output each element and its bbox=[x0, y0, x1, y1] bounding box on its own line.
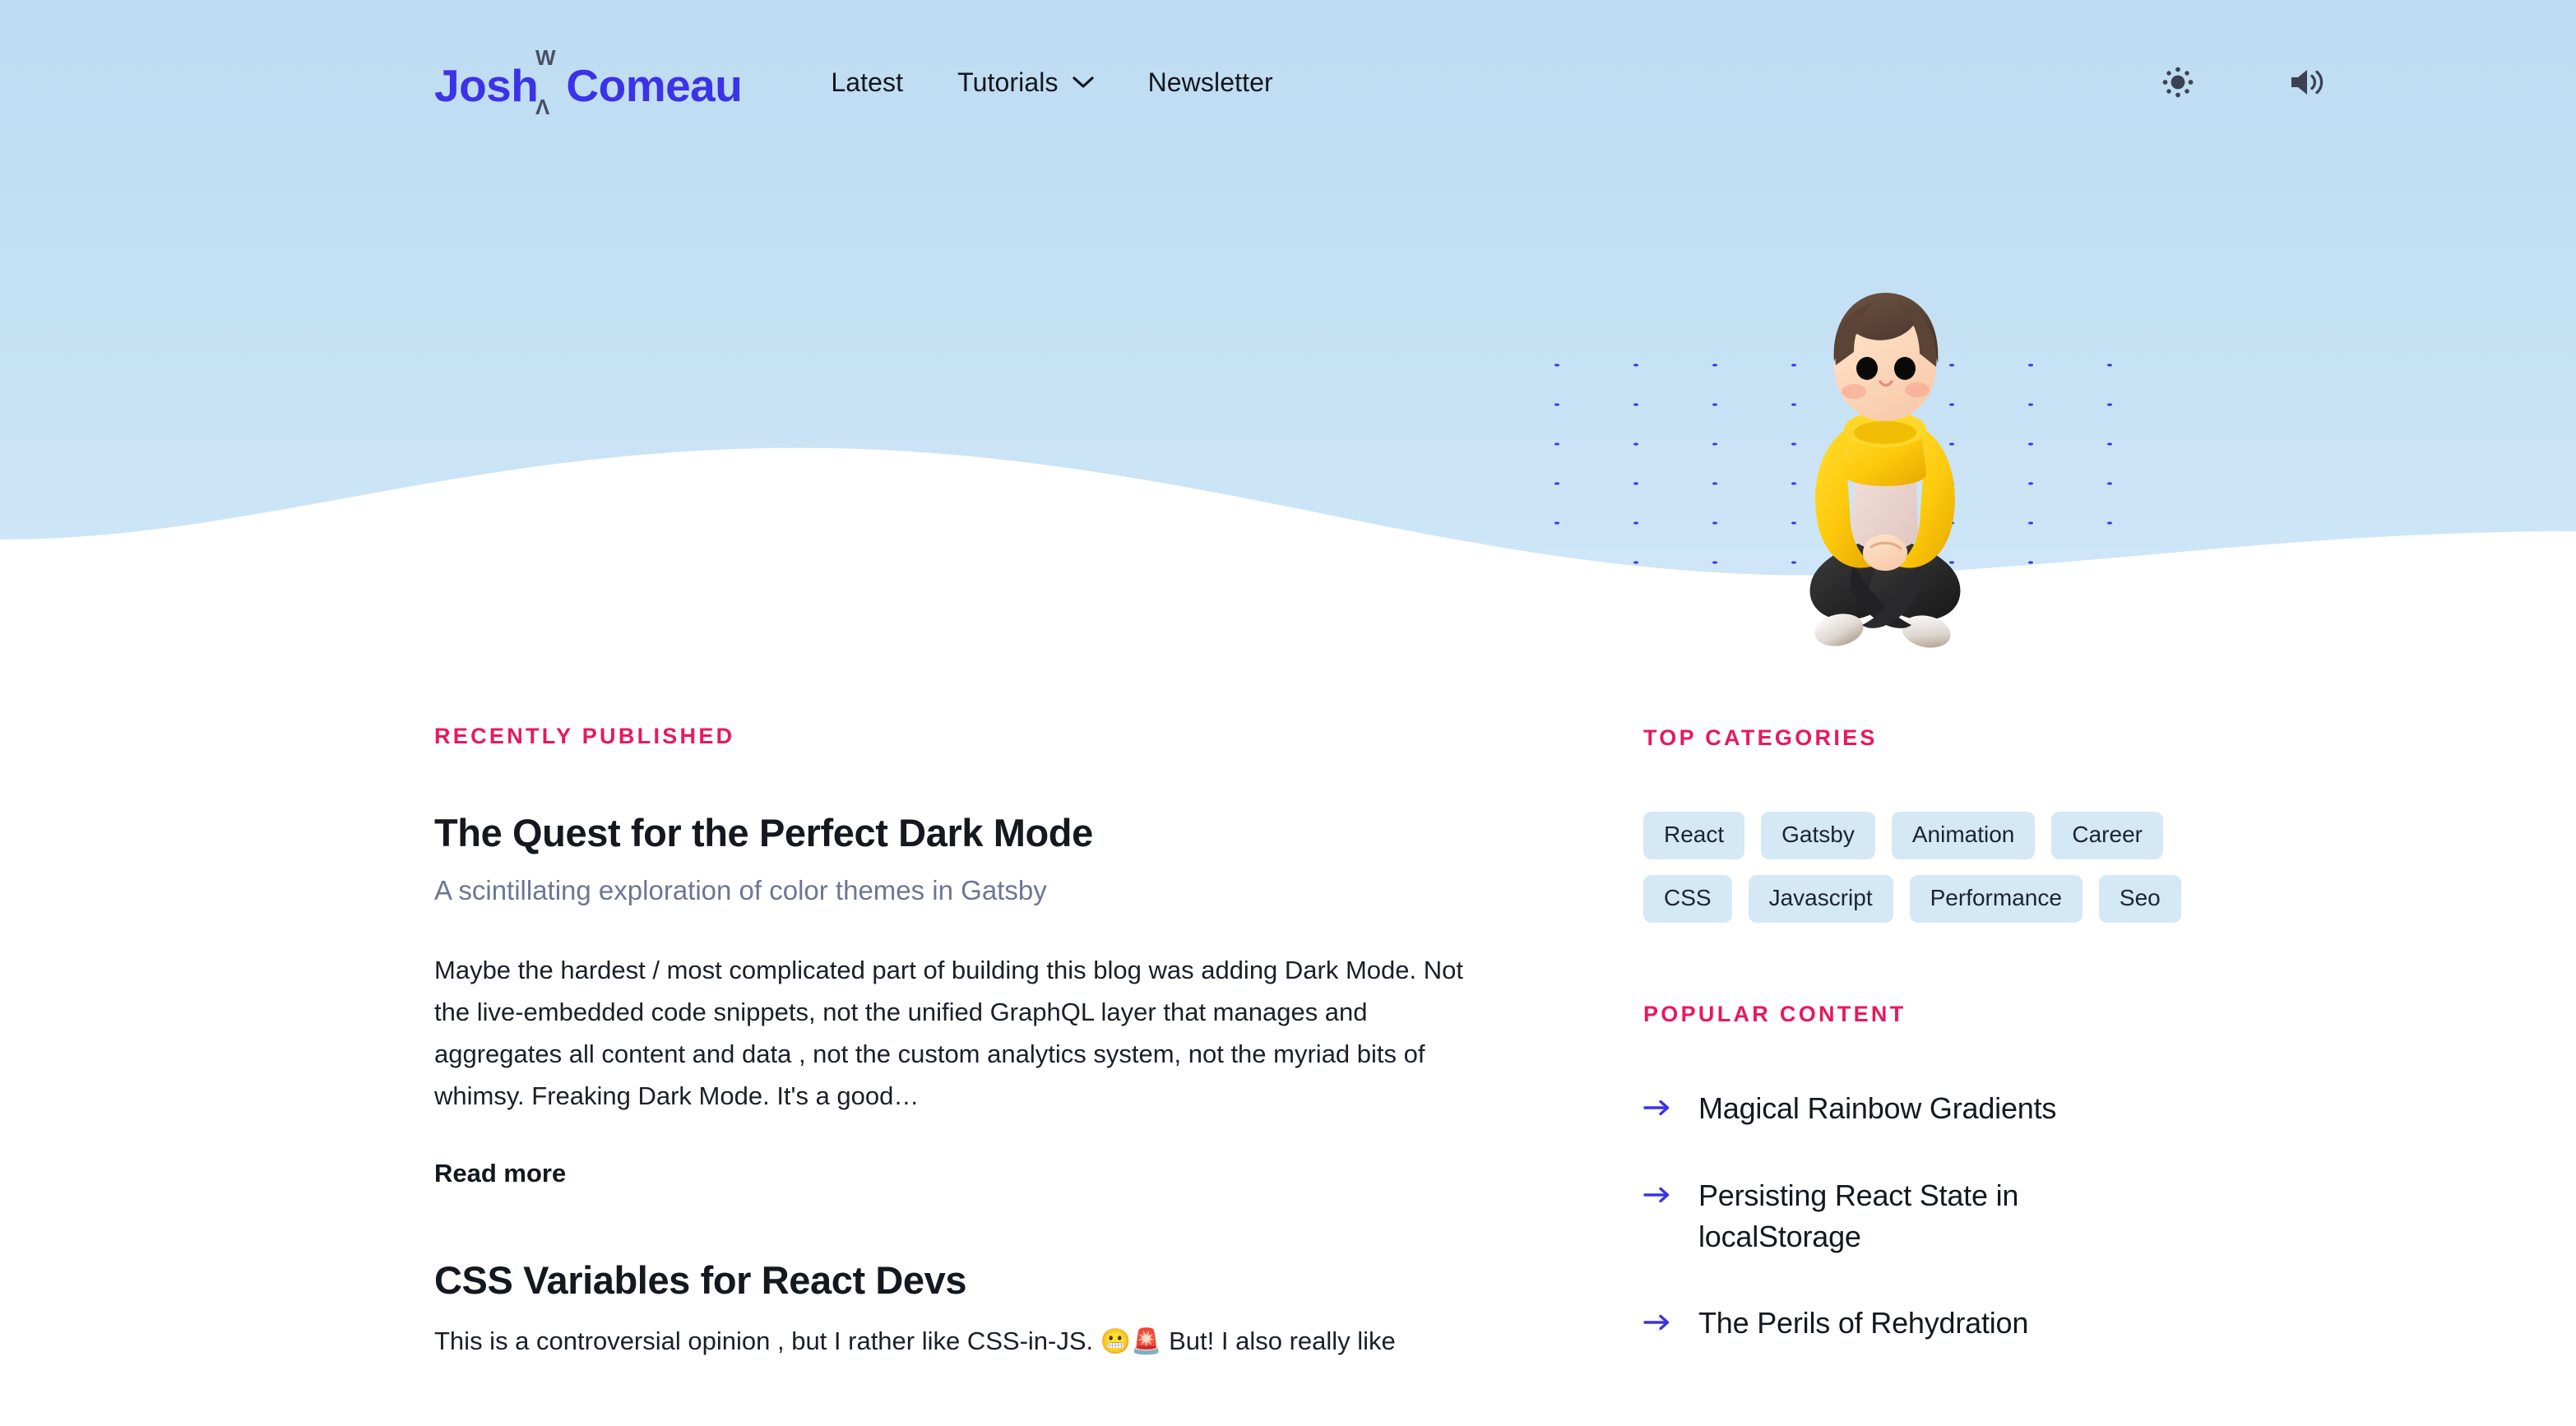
category-tag-react[interactable]: React bbox=[1643, 812, 1745, 860]
popular-content-label: POPULAR CONTENT bbox=[1643, 1002, 1907, 1027]
popular-content-block: POPULAR CONTENT Magical Rainbow Gradient… bbox=[1643, 1002, 2268, 1344]
post-title[interactable]: CSS Variables for React Devs bbox=[434, 1257, 1520, 1303]
page-content: RECENTLY PUBLISHED The Quest for the Per… bbox=[0, 724, 2576, 1426]
popular-item-title: Magical Rainbow Gradients bbox=[1698, 1091, 2057, 1126]
list-item[interactable]: Magical Rainbow Gradients bbox=[1643, 1088, 2268, 1129]
sun-icon bbox=[2162, 67, 2194, 98]
recently-published-column: RECENTLY PUBLISHED The Quest for the Per… bbox=[434, 724, 1520, 1426]
chevron-down-icon bbox=[1072, 76, 1094, 88]
category-tag-animation[interactable]: Animation bbox=[1891, 812, 2036, 860]
excerpt-text-suffix: But! I also really like bbox=[1161, 1326, 1396, 1356]
category-tag-performance[interactable]: Performance bbox=[1909, 875, 2083, 924]
nav-item-tutorials[interactable]: Tutorials bbox=[957, 67, 1094, 98]
arrow-right-icon bbox=[1643, 1175, 1671, 1208]
light-mode-toggle[interactable] bbox=[2155, 59, 2201, 105]
post-item: CSS Variables for React Devs This is a c… bbox=[434, 1257, 1520, 1363]
recently-published-label: RECENTLY PUBLISHED bbox=[434, 724, 735, 748]
logo-mark-w-icon: W bbox=[535, 44, 556, 70]
top-categories-block: TOP CATEGORIES React Gatsby Animation Ca… bbox=[1643, 725, 2268, 924]
hero-wave-divider bbox=[0, 447, 2576, 650]
post-subtitle: A scintillating exploration of color the… bbox=[434, 875, 1047, 906]
page-root: Josh Comeau W Λ Latest Tutorials Newslett… bbox=[0, 0, 2576, 1426]
rotating-light-emoji-icon: 🚨 bbox=[1131, 1328, 1162, 1356]
top-categories-label: TOP CATEGORIES bbox=[1643, 725, 1878, 750]
category-tag-javascript[interactable]: Javascript bbox=[1748, 875, 1893, 924]
post-excerpt: Maybe the hardest / most complicated par… bbox=[434, 956, 1463, 1110]
excerpt-text-prefix: This is a controversial opinion , but I … bbox=[434, 1326, 1100, 1356]
nav-item-latest[interactable]: Latest bbox=[831, 67, 903, 98]
nav-label-tutorials: Tutorials bbox=[957, 67, 1059, 97]
list-item[interactable]: The Perils of Rehydration bbox=[1643, 1303, 2268, 1344]
nav-item-newsletter[interactable]: Newsletter bbox=[1148, 67, 1273, 98]
arrow-right-icon bbox=[1643, 1088, 1671, 1121]
sidebar: TOP CATEGORIES React Gatsby Animation Ca… bbox=[1643, 724, 2268, 1426]
category-tag-seo[interactable]: Seo bbox=[2098, 875, 2181, 924]
nav-label-newsletter: Newsletter bbox=[1147, 67, 1273, 97]
popular-content-list: Magical Rainbow Gradients Persisting Rea… bbox=[1643, 1088, 2268, 1344]
logo-text-first: Josh bbox=[434, 59, 539, 111]
primary-navigation: Latest Tutorials Newsletter bbox=[831, 67, 1272, 98]
speaker-icon bbox=[2291, 70, 2323, 95]
logo-text-second: Comeau bbox=[566, 59, 743, 111]
post-excerpt: This is a controversial opinion , but I … bbox=[434, 1321, 1471, 1363]
site-header: Josh Comeau W Λ Latest Tutorials Newslett… bbox=[0, 0, 2576, 164]
sound-toggle[interactable] bbox=[2283, 59, 2329, 105]
logo-mark-lambda-icon: Λ bbox=[535, 94, 549, 119]
site-logo[interactable]: Josh Comeau W Λ bbox=[434, 47, 743, 118]
post-item: The Quest for the Perfect Dark Mode A sc… bbox=[434, 810, 1520, 1188]
category-tag-gatsby[interactable]: Gatsby bbox=[1761, 812, 1875, 860]
popular-item-title: Persisting React State in localStorage bbox=[1698, 1178, 2019, 1253]
arrow-right-icon bbox=[1643, 1303, 1671, 1336]
list-item[interactable]: Persisting React State in localStorage bbox=[1643, 1175, 2268, 1257]
grimacing-face-emoji-icon: 😬 bbox=[1100, 1328, 1132, 1356]
read-more-link[interactable]: Read more bbox=[434, 1159, 566, 1188]
post-title[interactable]: The Quest for the Perfect Dark Mode bbox=[434, 810, 1520, 855]
header-actions bbox=[2155, 59, 2329, 105]
category-tag-career[interactable]: Career bbox=[2051, 812, 2163, 860]
category-tag-cloud: React Gatsby Animation Career CSS Javasc… bbox=[1643, 812, 2186, 924]
category-tag-css[interactable]: CSS bbox=[1643, 875, 1732, 924]
popular-item-title: The Perils of Rehydration bbox=[1698, 1306, 2029, 1340]
nav-label-latest: Latest bbox=[831, 67, 904, 97]
